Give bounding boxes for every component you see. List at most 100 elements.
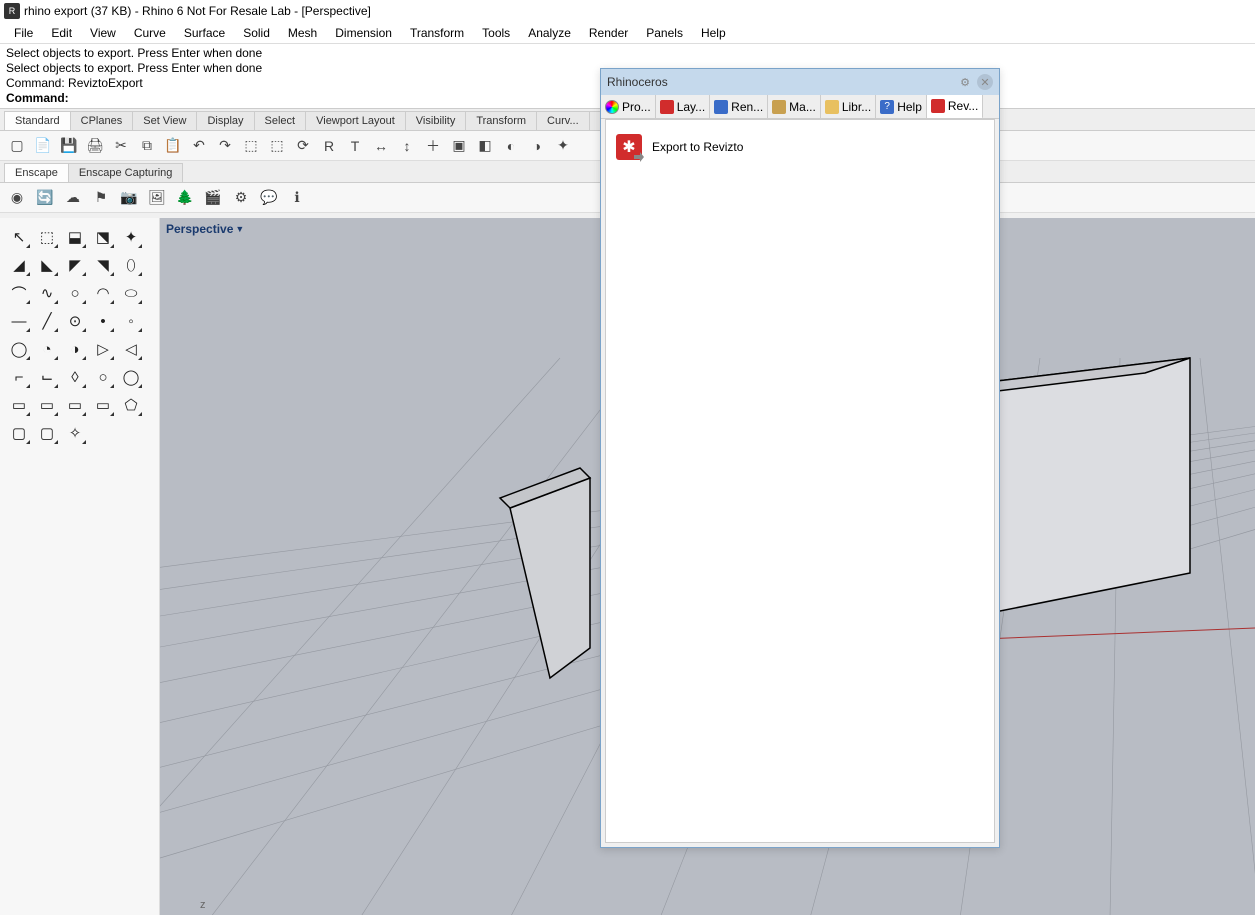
tool-button-33[interactable]: ▭ bbox=[90, 392, 116, 418]
tool-button-31[interactable]: ▭ bbox=[34, 392, 60, 418]
cut-icon[interactable]: ✂ bbox=[110, 135, 132, 157]
repeat-icon[interactable]: R bbox=[318, 135, 340, 157]
tool-button-5[interactable]: ◢ bbox=[6, 252, 32, 278]
viewport-label[interactable]: Perspective ▼ bbox=[166, 222, 244, 236]
redo-icon[interactable]: ↷ bbox=[214, 135, 236, 157]
tool-button-2[interactable]: ⬓ bbox=[62, 224, 88, 250]
tool-button-19[interactable]: ◦ bbox=[118, 308, 144, 334]
save-icon[interactable]: 💾 bbox=[58, 135, 80, 157]
dim2-icon[interactable]: ↕ bbox=[396, 135, 418, 157]
tool-button-4[interactable]: ✦ bbox=[118, 224, 144, 250]
speech-icon[interactable]: 💬 bbox=[258, 187, 280, 209]
tool-button-18[interactable]: • bbox=[90, 308, 116, 334]
tool-button-3[interactable]: ⬔ bbox=[90, 224, 116, 250]
chevron-down-icon[interactable]: ▼ bbox=[235, 224, 244, 234]
tab-visibility[interactable]: Visibility bbox=[405, 111, 467, 130]
gear-icon[interactable]: ⚙ bbox=[957, 74, 973, 90]
tool-button-11[interactable]: ∿ bbox=[34, 280, 60, 306]
tool-button-17[interactable]: ⊙ bbox=[62, 308, 88, 334]
rhinoceros-panel[interactable]: Rhinoceros ⚙ ✕ Pro...Lay...Ren...Ma...Li… bbox=[600, 68, 1000, 848]
info-icon[interactable]: ℹ bbox=[286, 187, 308, 209]
tool-button-10[interactable]: ⌒ bbox=[6, 280, 32, 306]
tab-cplanes[interactable]: CPlanes bbox=[70, 111, 134, 130]
plus-icon[interactable]: ＋ bbox=[422, 135, 444, 157]
tool-button-12[interactable]: ○ bbox=[62, 280, 88, 306]
tool-button-15[interactable]: — bbox=[6, 308, 32, 334]
panel-tab-rev[interactable]: Rev... bbox=[927, 95, 983, 119]
tool-button-21[interactable]: ◔ bbox=[34, 336, 60, 362]
close-icon[interactable]: ✕ bbox=[977, 74, 993, 90]
panel-titlebar[interactable]: Rhinoceros ⚙ ✕ bbox=[601, 69, 999, 95]
undo-icon[interactable]: ↶ bbox=[188, 135, 210, 157]
menu-dimension[interactable]: Dimension bbox=[327, 23, 400, 43]
refresh-icon[interactable]: 🔄 bbox=[34, 187, 56, 209]
tool-button-23[interactable]: ▷ bbox=[90, 336, 116, 362]
menu-curve[interactable]: Curve bbox=[126, 23, 174, 43]
dim-icon[interactable]: ↔ bbox=[370, 135, 392, 157]
tool-button-27[interactable]: ◊ bbox=[62, 364, 88, 390]
tool-button-32[interactable]: ▭ bbox=[62, 392, 88, 418]
panel-tab-ren[interactable]: Ren... bbox=[710, 95, 768, 118]
tool-button-24[interactable]: ◁ bbox=[118, 336, 144, 362]
enscape-start-icon[interactable]: ◉ bbox=[6, 187, 28, 209]
group-icon[interactable]: ⬚ bbox=[240, 135, 262, 157]
rotate-icon[interactable]: ⟳ bbox=[292, 135, 314, 157]
tool-button-0[interactable]: ↖ bbox=[6, 224, 32, 250]
tool-button-29[interactable]: ◯ bbox=[118, 364, 144, 390]
tool-button-13[interactable]: ◠ bbox=[90, 280, 116, 306]
tool-button-1[interactable]: ⬚ bbox=[34, 224, 60, 250]
ungroup-icon[interactable]: ⬚ bbox=[266, 135, 288, 157]
flag-icon[interactable]: ⚑ bbox=[90, 187, 112, 209]
menu-help[interactable]: Help bbox=[693, 23, 734, 43]
settings-icon[interactable]: ⚙ bbox=[230, 187, 252, 209]
tool-button-30[interactable]: ▭ bbox=[6, 392, 32, 418]
tool-button-37[interactable]: ✧ bbox=[62, 420, 88, 446]
tool-button-16[interactable]: ╱ bbox=[34, 308, 60, 334]
print-icon[interactable]: 🖨 bbox=[84, 135, 106, 157]
tab-display[interactable]: Display bbox=[196, 111, 254, 130]
box-icon[interactable]: ▣ bbox=[448, 135, 470, 157]
menu-panels[interactable]: Panels bbox=[638, 23, 691, 43]
tab-enscape[interactable]: Enscape bbox=[4, 163, 69, 182]
tool-button-8[interactable]: ◥ bbox=[90, 252, 116, 278]
tool-button-35[interactable]: ▢ bbox=[6, 420, 32, 446]
tool-button-20[interactable]: ◯ bbox=[6, 336, 32, 362]
tool-button-28[interactable]: ○ bbox=[90, 364, 116, 390]
tool-button-7[interactable]: ◤ bbox=[62, 252, 88, 278]
tab-standard[interactable]: Standard bbox=[4, 111, 71, 130]
tab-viewport-layout[interactable]: Viewport Layout bbox=[305, 111, 406, 130]
open-icon[interactable]: 📄 bbox=[32, 135, 54, 157]
video-icon[interactable]: 🎬 bbox=[202, 187, 224, 209]
tree-icon[interactable]: 🌲 bbox=[174, 187, 196, 209]
panel-tab-libr[interactable]: Libr... bbox=[821, 95, 876, 118]
cloud-icon[interactable]: ☁ bbox=[62, 187, 84, 209]
tab-enscape-capturing[interactable]: Enscape Capturing bbox=[68, 163, 184, 182]
new-icon[interactable]: ▢ bbox=[6, 135, 28, 157]
copy-icon[interactable]: ⧉ bbox=[136, 135, 158, 157]
tool-button-9[interactable]: ⬯ bbox=[118, 252, 144, 278]
tool-button-22[interactable]: ◑ bbox=[62, 336, 88, 362]
panel-tab-help[interactable]: ?Help bbox=[876, 95, 927, 118]
panel-tab-ma[interactable]: Ma... bbox=[768, 95, 821, 118]
tool-button-6[interactable]: ◣ bbox=[34, 252, 60, 278]
menu-transform[interactable]: Transform bbox=[402, 23, 472, 43]
export-to-revizto-button[interactable]: ✱ Export to Revizto bbox=[614, 128, 986, 166]
panel-tab-lay[interactable]: Lay... bbox=[656, 95, 710, 118]
tab-curv-[interactable]: Curv... bbox=[536, 111, 590, 130]
menu-surface[interactable]: Surface bbox=[176, 23, 233, 43]
shade-icon[interactable]: ◐ bbox=[500, 135, 522, 157]
menu-tools[interactable]: Tools bbox=[474, 23, 518, 43]
tool-button-25[interactable]: ⌐ bbox=[6, 364, 32, 390]
tab-select[interactable]: Select bbox=[254, 111, 307, 130]
tool-button-36[interactable]: ▢ bbox=[34, 420, 60, 446]
tool-button-14[interactable]: ⬭ bbox=[118, 280, 144, 306]
menu-solid[interactable]: Solid bbox=[235, 23, 278, 43]
tab-set-view[interactable]: Set View bbox=[132, 111, 197, 130]
tab-transform[interactable]: Transform bbox=[465, 111, 537, 130]
paste-icon[interactable]: 📋 bbox=[162, 135, 184, 157]
menu-edit[interactable]: Edit bbox=[43, 23, 80, 43]
shade2-icon[interactable]: ◑ bbox=[526, 135, 548, 157]
render-icon[interactable]: ✦ bbox=[552, 135, 574, 157]
panel-tab-pro[interactable]: Pro... bbox=[601, 95, 656, 118]
menu-file[interactable]: File bbox=[6, 23, 41, 43]
